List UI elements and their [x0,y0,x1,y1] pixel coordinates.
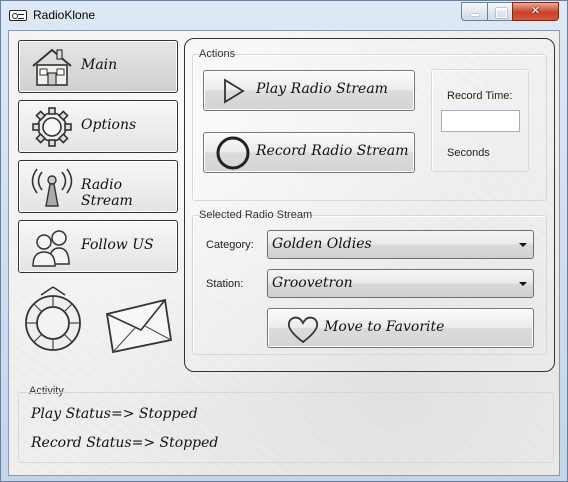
window-title: RadioKlone [33,8,96,22]
close-button[interactable] [512,2,559,21]
record-stream-label: Record Radio Stream [256,143,409,159]
nav-radio-stream-label: Radio Stream [81,177,133,209]
chevron-down-icon [519,243,527,247]
record-icon [216,136,250,170]
lifebuoy-icon[interactable] [21,283,85,355]
nav-options-button[interactable]: Options [18,100,178,153]
station-value: Groovetron [272,275,353,291]
play-stream-button[interactable]: Play Radio Stream [203,70,415,111]
selected-stream-group-title: Selected Radio Stream [199,209,313,221]
nav-main-label: Main [81,57,118,73]
record-status-text: Record Status=> Stopped [31,435,219,451]
actions-group-title: Actions [199,48,236,60]
category-value: Golden Oldies [272,236,372,252]
record-stream-button[interactable]: Record Radio Stream [203,132,415,173]
main-content: Main Options Radio Stream Follow US Acti… [8,30,560,476]
move-to-favorite-label: Move to Favorite [324,319,445,335]
control-panel: Actions Play Radio Stream Record Radio S… [184,38,555,372]
record-time-input[interactable] [441,110,520,132]
record-time-label: Record Time: [447,90,513,102]
nav-options-label: Options [81,117,137,133]
nav-main-button[interactable]: Main [18,40,178,93]
station-select[interactable]: Groovetron [267,269,534,298]
play-status-text: Play Status=> Stopped [31,406,198,422]
play-stream-label: Play Radio Stream [256,81,388,97]
heart-icon [287,316,319,344]
category-label: Category: [206,239,254,251]
antenna-icon [31,168,73,207]
gear-icon [32,107,72,147]
category-select[interactable]: Golden Oldies [267,230,534,259]
minimize-button[interactable] [461,2,488,21]
activity-group: Play Status=> Stopped Record Status=> St… [18,392,554,463]
title-bar[interactable]: RadioKlone [1,1,567,29]
nav-radio-stream-button[interactable]: Radio Stream [18,160,178,213]
envelope-icon[interactable] [103,296,175,354]
move-to-favorite-button[interactable]: Move to Favorite [267,308,534,348]
nav-follow-us-button[interactable]: Follow US [18,220,178,273]
maximize-button[interactable] [487,2,513,21]
station-label: Station: [206,278,244,290]
chevron-down-icon [519,282,527,286]
house-icon [32,48,72,86]
people-icon [32,230,70,267]
radio-app-icon [9,10,27,21]
seconds-label: Seconds [447,147,490,159]
play-icon [224,78,245,104]
app-window: RadioKlone Main [0,0,568,482]
nav-follow-us-label: Follow US [81,237,154,253]
